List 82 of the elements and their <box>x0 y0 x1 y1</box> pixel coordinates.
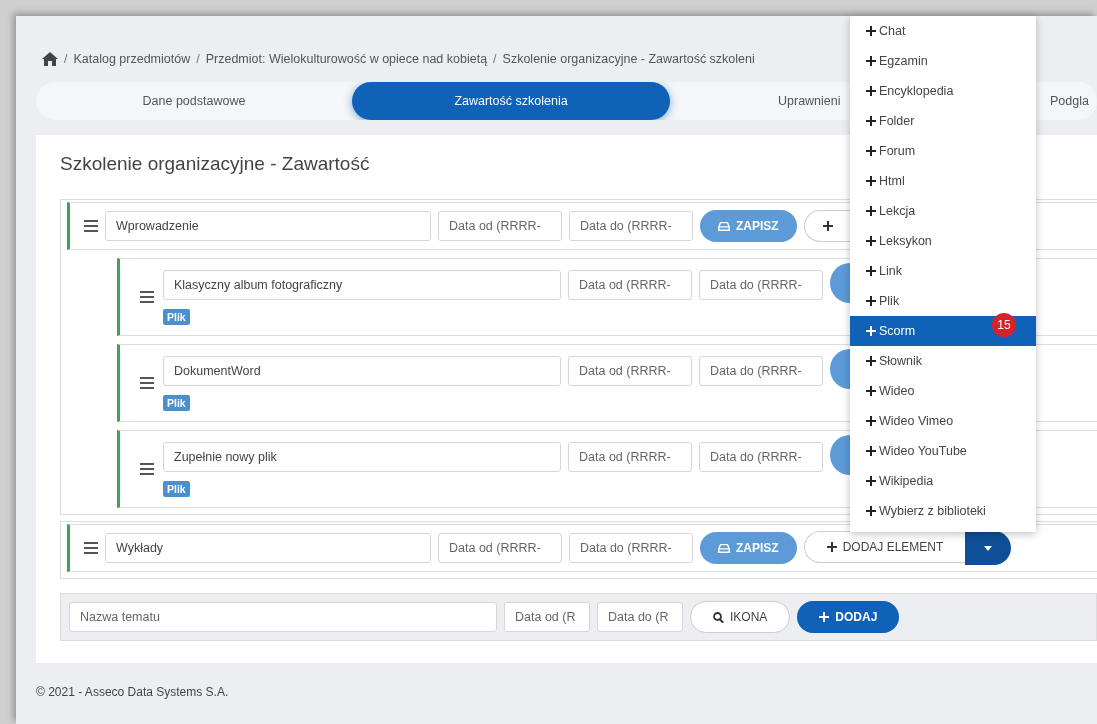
menu-item[interactable]: Lekcja <box>850 196 1036 226</box>
plus-icon <box>866 236 876 246</box>
type-tag: Plik <box>163 395 190 411</box>
menu-item[interactable]: Egzamin <box>850 46 1036 76</box>
plus-icon <box>866 86 876 96</box>
breadcrumb-separator: / <box>64 52 68 66</box>
plus-icon <box>866 386 876 396</box>
plus-icon <box>866 296 876 306</box>
element-name-field[interactable]: Klasyczny album fotograficzny <box>163 269 561 300</box>
date-from-field[interactable]: Data od (R <box>504 602 590 632</box>
add-element-button[interactable]: DODAJ ELEMENT <box>803 531 966 563</box>
date-to-field[interactable]: Data do (RRRR- <box>699 269 823 300</box>
element-name-field[interactable]: Zupełnie nowy plik <box>163 441 561 472</box>
date-from-field[interactable]: Data od (RRRR- <box>568 355 692 386</box>
plus-icon <box>866 506 876 516</box>
drag-handle-icon <box>84 542 98 554</box>
plus-icon <box>866 206 876 216</box>
date-to-field[interactable]: Data do (RRRR- <box>699 355 823 386</box>
breadcrumb-link[interactable]: Szkolenie organizacyjne - Zawartość szkoleni <box>502 52 755 66</box>
plus-icon <box>822 221 833 231</box>
topic-name-field[interactable]: Wprowadzenie <box>105 211 431 241</box>
home-icon <box>42 52 58 66</box>
topic-name-field[interactable]: Wykłady <box>105 533 431 563</box>
menu-item[interactable]: Wybierz z biblioteki <box>850 496 1036 526</box>
plus-icon <box>819 612 830 622</box>
menu-item[interactable]: Html <box>850 166 1036 196</box>
menu-item[interactable]: Słownik <box>850 346 1036 376</box>
date-from-field[interactable]: Data od (RRRR- <box>438 533 562 563</box>
plus-icon <box>866 146 876 156</box>
breadcrumb-link[interactable]: Katalog przedmiotów <box>73 52 191 66</box>
drag-handle-icon <box>140 377 154 389</box>
menu-item[interactable]: Wideo Vimeo <box>850 406 1036 436</box>
plus-icon <box>866 266 876 276</box>
dropdown-toggle-button[interactable] <box>965 531 1012 565</box>
menu-item[interactable]: Encyklopedia <box>850 76 1036 106</box>
caret-icon <box>984 545 993 551</box>
tab[interactable]: Zawartość szkolenia <box>352 82 670 120</box>
date-to-field[interactable]: Data do (RRRR- <box>569 533 693 563</box>
copyright-text: © 2021 - Asseco Data Systems S.A. <box>36 685 230 699</box>
topic-name-field[interactable]: Nazwa tematu <box>69 602 497 632</box>
drive-icon <box>718 543 730 553</box>
drag-handle-icon <box>84 220 98 232</box>
search-icon <box>713 611 724 623</box>
date-to-field[interactable]: Data do (R <box>597 602 683 632</box>
icon-button[interactable]: IKONA <box>690 601 791 633</box>
drive-icon <box>718 221 730 231</box>
plus-icon <box>866 446 876 456</box>
tab[interactable]: Dane podstawowe <box>36 82 352 120</box>
menu-item[interactable]: Plik <box>850 286 1036 316</box>
add-button[interactable]: DODAJ <box>797 601 900 633</box>
date-from-field[interactable]: Data od (RRRR- <box>438 211 562 241</box>
menu-item[interactable]: Link <box>850 256 1036 286</box>
date-from-field[interactable]: Data od (RRRR- <box>568 441 692 472</box>
menu-item[interactable]: Wideo YouTube <box>850 436 1036 466</box>
menu-item[interactable]: Wikipedia <box>850 466 1036 496</box>
plus-icon <box>866 116 876 126</box>
drag-handle-icon <box>140 463 154 475</box>
plus-icon <box>866 176 876 186</box>
plus-icon <box>866 416 876 426</box>
type-tag: Plik <box>163 481 190 497</box>
menu-item[interactable]: Wideo <box>850 376 1036 406</box>
menu-item[interactable]: Folder <box>850 106 1036 136</box>
date-from-field[interactable]: Data od (RRRR- <box>568 269 692 300</box>
drag-handle-icon <box>140 291 154 303</box>
menu-item[interactable]: Forum <box>850 136 1036 166</box>
page-title: Szkolenie organizacyjne - Zawartość <box>60 153 370 175</box>
plus-icon <box>826 542 837 552</box>
add-element-button[interactable] <box>803 210 851 242</box>
breadcrumb-separator: / <box>493 52 497 66</box>
breadcrumb-link[interactable]: Przedmiot: Wielokulturowość w opiece nad kobietą <box>205 52 488 66</box>
menu-item[interactable]: Chat <box>850 16 1036 46</box>
menu-item[interactable]: Leksykon <box>850 226 1036 256</box>
plus-icon <box>866 476 876 486</box>
date-to-field[interactable]: Data do (RRRR- <box>569 211 693 241</box>
element-name-field[interactable]: DokumentWord <box>163 355 561 386</box>
plus-icon <box>866 356 876 366</box>
plus-icon <box>866 56 876 66</box>
plus-icon <box>866 26 876 36</box>
type-tag: Plik <box>163 309 190 325</box>
breadcrumb-separator: / <box>196 52 200 66</box>
plus-icon <box>866 326 876 336</box>
date-to-field[interactable]: Data do (RRRR- <box>699 441 823 472</box>
